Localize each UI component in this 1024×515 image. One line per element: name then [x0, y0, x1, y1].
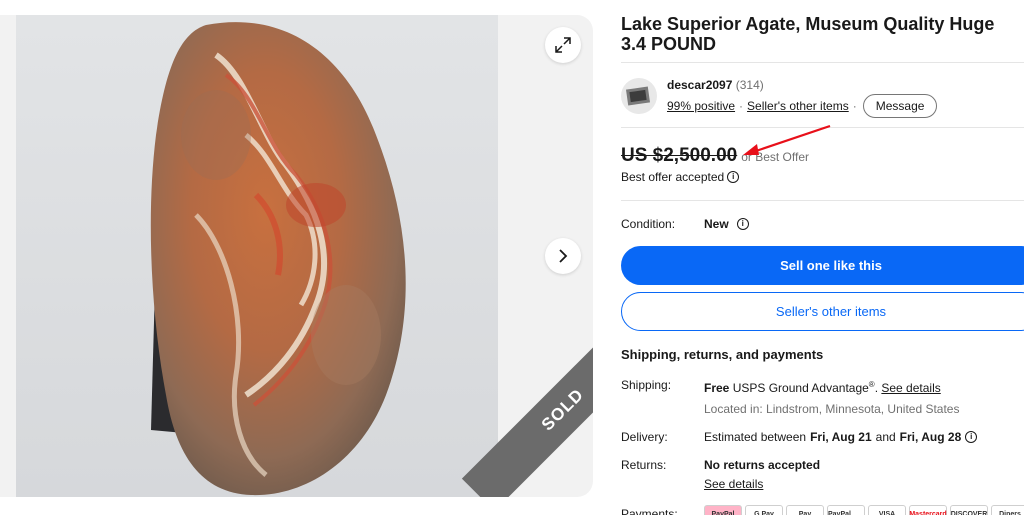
gpay-logo: G Pay — [745, 505, 783, 515]
offer-accepted-text: Best offer accepted — [621, 170, 725, 184]
item-location: Located in: Lindstrom, Minnesota, United… — [704, 402, 960, 416]
shipping-value: Free USPS Ground Advantage®. See details — [704, 380, 941, 395]
next-image-button[interactable] — [545, 238, 581, 274]
returns-label: Returns: — [621, 458, 667, 472]
chevron-right-icon — [559, 249, 568, 263]
condition-value-row: New i — [704, 217, 749, 231]
registered-mark: ® — [868, 380, 875, 389]
info-icon[interactable]: i — [965, 431, 978, 443]
delivery-prefix: Estimated between — [704, 430, 807, 444]
listing-title: Lake Superior Agate, Museum Quality Huge… — [621, 14, 995, 54]
shipping-free: Free — [704, 381, 730, 395]
delivery-label: Delivery: — [621, 430, 668, 444]
seller-name-line: descar2097 (314) — [667, 78, 764, 92]
separator-dot: · — [852, 99, 857, 113]
annotation-arrow — [743, 124, 831, 155]
seller-links: 99% positive · Seller's other items · Me… — [667, 94, 938, 118]
shipping-label: Shipping: — [621, 378, 672, 392]
expand-icon — [555, 37, 571, 53]
discover-logo: DISCOVER — [950, 505, 988, 515]
paypal-logo: PayPal — [704, 505, 742, 515]
sold-ribbon-container: SOLD — [413, 317, 593, 497]
payments-label: Payments: — [621, 507, 678, 515]
seller-avatar[interactable] — [621, 78, 657, 114]
seller-positive-link[interactable]: 99% positive — [667, 99, 735, 113]
delivery-and: and — [875, 430, 896, 444]
delivery-value: Estimated between Fri, Aug 21 and Fri, A… — [704, 430, 978, 444]
info-icon[interactable]: i — [727, 171, 740, 183]
separator-dot: · — [739, 99, 744, 113]
seller-avatar-image — [625, 86, 651, 106]
shipping-see-details-link[interactable]: See details — [881, 381, 940, 395]
mastercard-logo: Mastercard — [909, 505, 947, 515]
sold-ribbon: SOLD — [461, 317, 593, 497]
delivery-to: Fri, Aug 28 — [899, 430, 962, 444]
condition-label: Condition: — [621, 217, 676, 231]
sellers-other-items-button[interactable]: Seller's other items — [621, 292, 1024, 331]
info-icon[interactable]: i — [736, 218, 749, 230]
seller-feedback-count: (314) — [735, 78, 764, 92]
price: US $2,500.00 — [621, 145, 738, 166]
condition-value: New — [704, 217, 729, 231]
divider — [621, 200, 1024, 201]
listing-details-panel: Lake Superior Agate, Museum Quality Huge… — [621, 0, 1024, 515]
applepay-logo: Pay — [786, 505, 824, 515]
seller-other-items-link[interactable]: Seller's other items — [747, 99, 849, 113]
seller-name[interactable]: descar2097 — [667, 78, 732, 92]
returns-see-details-link[interactable]: See details — [704, 477, 763, 491]
delivery-from: Fri, Aug 21 — [810, 430, 872, 444]
sell-one-like-this-button[interactable]: Sell one like this — [621, 246, 1024, 285]
offer-accepted-row: Best offer accepted i — [621, 170, 740, 184]
visa-logo: VISA — [868, 505, 906, 515]
shipping-section-heading: Shipping, returns, and payments — [621, 347, 824, 362]
seller-card: descar2097 (314) 99% positive · Seller's… — [621, 62, 1024, 128]
image-gallery: SOLD — [0, 15, 593, 497]
shipping-service: USPS Ground Advantage — [732, 381, 869, 395]
expand-button[interactable] — [545, 27, 581, 63]
returns-value: No returns accepted — [704, 458, 821, 472]
message-button[interactable]: Message — [862, 94, 938, 118]
payment-logos: PayPal G Pay Pay PayPal Credit VISA Mast… — [704, 505, 1024, 515]
diners-logo: Diners — [991, 505, 1024, 515]
paypal-credit-logo: PayPal Credit — [827, 505, 865, 515]
